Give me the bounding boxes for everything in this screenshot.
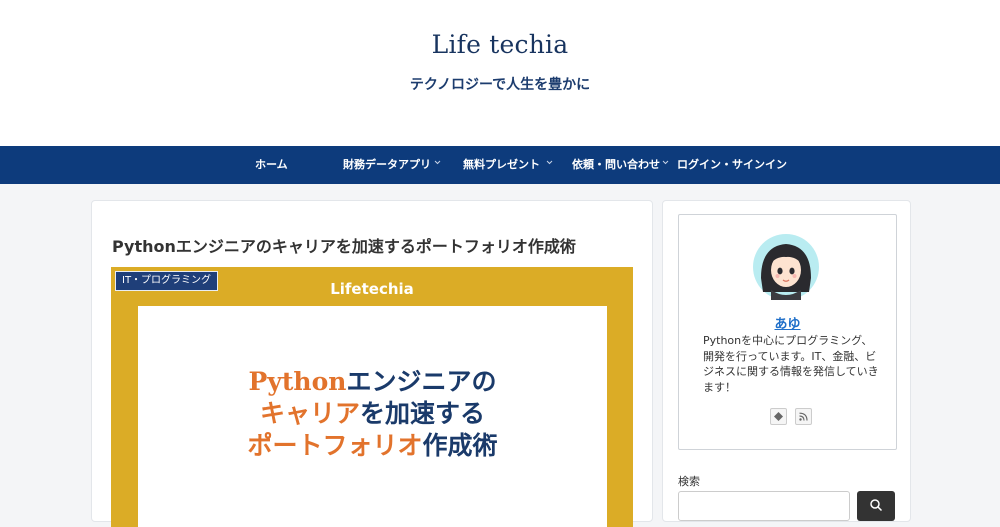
nav-item-free-gift[interactable]: 無料プレゼント — [463, 146, 540, 184]
profile-name-link[interactable]: あゆ — [679, 313, 896, 332]
nav-item-login[interactable]: ログイン・サインイン — [677, 146, 787, 184]
eyecatch-line3-rest: 作成術 — [422, 431, 498, 460]
eyecatch-headline: Pythonエンジニアの キャリアを加速する ポートフォリオ作成術 — [138, 366, 607, 462]
eyecatch-image[interactable]: Lifetechia IT・プログラミング Pythonエンジニアの キャリアを… — [111, 267, 633, 527]
nav-item-contact[interactable]: 依頼・問い合わせ — [572, 146, 660, 184]
avatar — [753, 234, 819, 300]
chevron-down-icon[interactable] — [662, 159, 669, 166]
feedly-icon[interactable] — [770, 408, 787, 425]
eyecatch-line1-rest: エンジニアの — [346, 367, 497, 396]
main-navigation: ホーム 財務データアプリ 無料プレゼント 依頼・問い合わせ ログイン・サインイン — [0, 146, 1000, 184]
search-label: 検索 — [678, 475, 700, 488]
social-links — [770, 408, 815, 425]
article-title: Pythonエンジニアのキャリアを加速するポートフォリオ作成術 — [112, 237, 576, 256]
chevron-down-icon[interactable] — [434, 159, 441, 166]
rss-icon[interactable] — [795, 408, 813, 425]
eyecatch-line2-accent: キャリア — [259, 399, 360, 428]
category-label[interactable]: IT・プログラミング — [115, 271, 219, 291]
article-card: Pythonエンジニアのキャリアを加速するポートフォリオ作成術 Lifetech… — [91, 200, 653, 527]
site-header: Life techia テクノロジーで人生を豊かに — [0, 0, 1000, 146]
sidebar: あゆ Pythonを中心にプログラミング、開発を行っています。IT、金融、ビジネ… — [662, 200, 911, 522]
eyecatch-line2-rest: を加速する — [360, 399, 486, 428]
nav-item-finance-app[interactable]: 財務データアプリ — [343, 146, 431, 184]
chevron-down-icon[interactable] — [546, 159, 553, 166]
profile-widget: あゆ Pythonを中心にプログラミング、開発を行っています。IT、金融、ビジネ… — [678, 214, 897, 450]
eyecatch-panel: Pythonエンジニアの キャリアを加速する ポートフォリオ作成術 — [138, 306, 607, 527]
search-button[interactable] — [857, 491, 895, 521]
eyecatch-line3-accent: ポートフォリオ — [247, 431, 423, 460]
eyecatch-line1-accent: Python — [248, 367, 347, 396]
search-input[interactable] — [678, 491, 850, 521]
nav-item-home[interactable]: ホーム — [255, 146, 288, 184]
site-tagline: テクノロジーで人生を豊かに — [409, 77, 591, 93]
profile-bio: Pythonを中心にプログラミング、開発を行っています。IT、金融、ビジネスに関… — [703, 334, 879, 394]
site-title[interactable]: Life techia — [0, 30, 1000, 59]
